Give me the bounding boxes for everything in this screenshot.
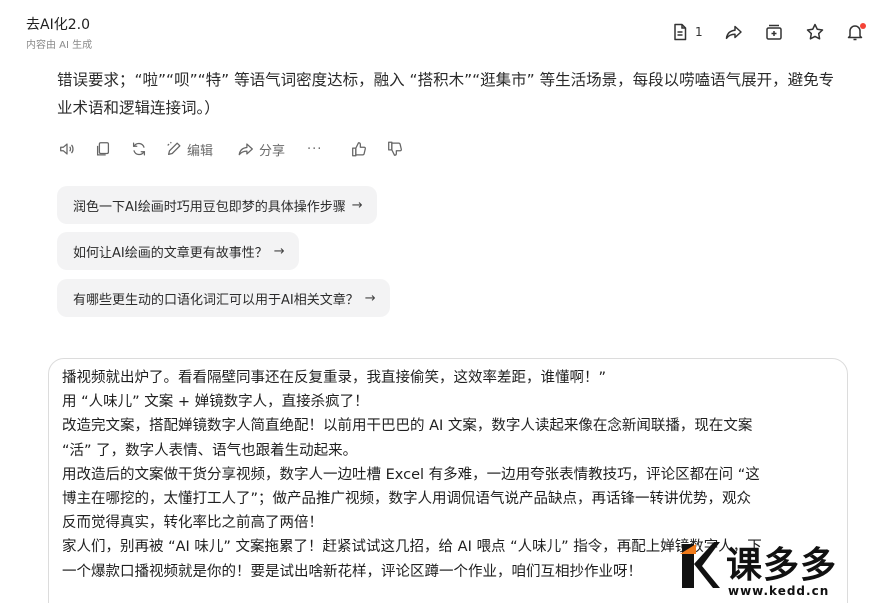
share-icon	[238, 143, 253, 156]
input-line: 用改造后的文案做干货分享视频，数字人一边吐槽 Excel 有多难，一边用夸张表情…	[62, 466, 760, 483]
arrow-right-icon: →	[351, 197, 363, 213]
suggestion-chip[interactable]: 有哪些更生动的口语化词汇可以用于AI相关文章？ →	[57, 279, 390, 317]
share-message-button[interactable]: 分享	[237, 140, 285, 159]
watermark-logo: 课多多 www.kedd.cn	[668, 532, 876, 603]
notification-button[interactable]	[845, 20, 866, 44]
share-icon	[725, 25, 742, 40]
suggestion-chip[interactable]: 如何让AI绘画的文章更有故事性？ →	[57, 232, 299, 270]
edit-label: 编辑	[187, 143, 214, 159]
document-count: 1	[695, 25, 703, 39]
share-button[interactable]	[724, 20, 744, 44]
suggestion-text: 润色一下AI绘画时巧用豆包即梦的具体操作步骤	[73, 199, 346, 215]
copy-icon	[96, 142, 110, 156]
save-button[interactable]	[764, 20, 784, 44]
copy-button[interactable]	[94, 140, 112, 158]
assistant-message-text: 错误要求；“啦”“呗”“特” 等语气词密度达标，融入 “搭积木”“逛集市” 等生…	[57, 71, 835, 117]
favorite-button[interactable]	[805, 20, 825, 44]
input-line: 改造完文案，搭配婵镜数字人简直绝配！以前用干巴巴的 AI 文案，数字人读起来像在…	[62, 418, 753, 435]
notification-dot	[860, 23, 866, 29]
input-line: 博主在哪挖的，太懂打工人了”；做产品推广视频，数字人用调侃语气说产品缺点，再话锋…	[62, 491, 752, 508]
like-button[interactable]	[350, 140, 368, 158]
save-icon	[766, 24, 782, 40]
arrow-right-icon: →	[273, 243, 285, 259]
read-aloud-button[interactable]	[58, 140, 76, 158]
edit-button[interactable]: 编辑	[165, 140, 213, 159]
dislike-button[interactable]	[386, 140, 404, 158]
input-line: “活” 了，数字人表情、语气也跟着生动起来。	[62, 442, 358, 459]
suggestion-text: 如何让AI绘画的文章更有故事性？	[73, 245, 268, 261]
speaker-icon	[60, 143, 74, 155]
kedd-logo-icon	[680, 542, 720, 588]
input-line: 播视频就出炉了。看看隔壁同事还在反复重录，我直接偷笑，这效率差距，谁懂啊！”	[62, 370, 607, 386]
watermark-url: www.kedd.cn	[728, 584, 830, 598]
regenerate-icon	[132, 142, 146, 156]
chat-page: 去AI化2.0 内容由 AI 生成 1 错误要求；“啦”“呗”“特” 等语气词密…	[0, 0, 876, 603]
input-line: 用 “人味儿” 文案 + 婵镜数字人，直接杀疯了！	[62, 394, 369, 411]
conversation-title[interactable]: 去AI化2.0	[26, 14, 90, 34]
document-icon	[674, 23, 687, 41]
star-icon	[806, 23, 824, 40]
document-button[interactable]: 1	[670, 20, 703, 44]
watermark-brand: 课多多	[726, 545, 838, 586]
edit-icon	[167, 141, 181, 156]
header: 去AI化2.0 内容由 AI 生成 1	[0, 0, 876, 60]
message-action-bar: 编辑 分享 ···	[58, 137, 404, 161]
ai-generated-label: 内容由 AI 生成	[26, 40, 93, 51]
arrow-right-icon: →	[364, 290, 376, 306]
thumbs-down-icon	[388, 141, 403, 156]
more-button[interactable]: ···	[307, 142, 322, 157]
suggestion-chip[interactable]: 润色一下AI绘画时巧用豆包即梦的具体操作步骤 →	[57, 186, 377, 224]
share-label: 分享	[259, 143, 286, 159]
more-icon: ···	[307, 141, 323, 157]
thumbs-up-icon	[352, 142, 367, 157]
regenerate-button[interactable]	[130, 140, 148, 158]
suggestion-text: 有哪些更生动的口语化词汇可以用于AI相关文章？	[73, 292, 359, 308]
